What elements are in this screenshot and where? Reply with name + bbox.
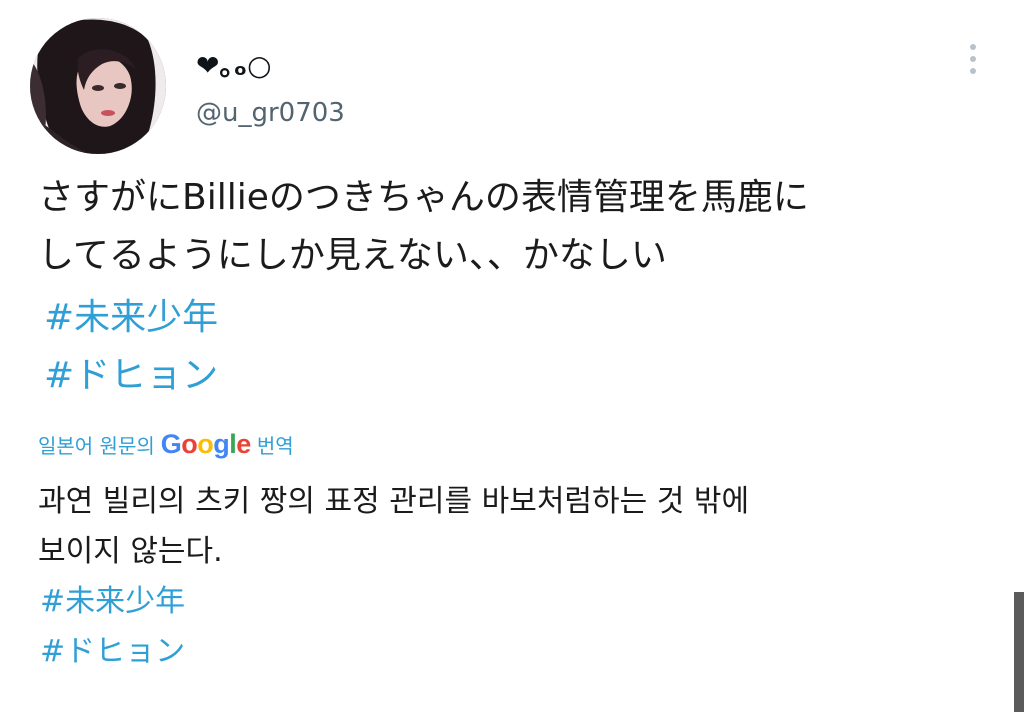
tweet-text-line: さすがにBillieのつきちゃんの表情管理を馬鹿に <box>38 177 809 218</box>
translated-text-line: 과연 빌리의 츠키 짱의 표정 관리를 바보처럼하는 것 밖에 <box>38 484 750 519</box>
translation-label-suffix: 번역 <box>256 433 294 458</box>
more-vertical-icon <box>970 56 976 62</box>
more-vertical-icon <box>970 44 976 50</box>
translated-text-line: 보이지 않는다. <box>38 534 223 569</box>
translation-attribution[interactable]: 일본어 원문의 Google 번역 <box>38 426 294 462</box>
display-name[interactable]: ❤︎｡ₒ○ <box>196 50 272 82</box>
translation-label: 일본어 원문의 <box>38 433 155 458</box>
user-handle[interactable]: @u_gr0703 <box>196 98 345 128</box>
hashtag-link[interactable]: #未来少年 <box>40 582 185 622</box>
scrollbar[interactable] <box>1014 592 1024 712</box>
avatar[interactable] <box>30 18 166 154</box>
hashtag-link[interactable]: #ドヒョン <box>40 632 185 672</box>
more-options-button[interactable] <box>958 38 988 80</box>
google-logo: Google <box>160 428 252 459</box>
hashtag-link[interactable]: #ドヒョン <box>44 354 218 398</box>
more-vertical-icon <box>970 68 976 74</box>
avatar-photo <box>30 18 166 154</box>
tweet-text-line: してるようにしか見えない、、かなしい <box>38 235 667 276</box>
hashtag-link[interactable]: #未来少年 <box>44 296 218 340</box>
